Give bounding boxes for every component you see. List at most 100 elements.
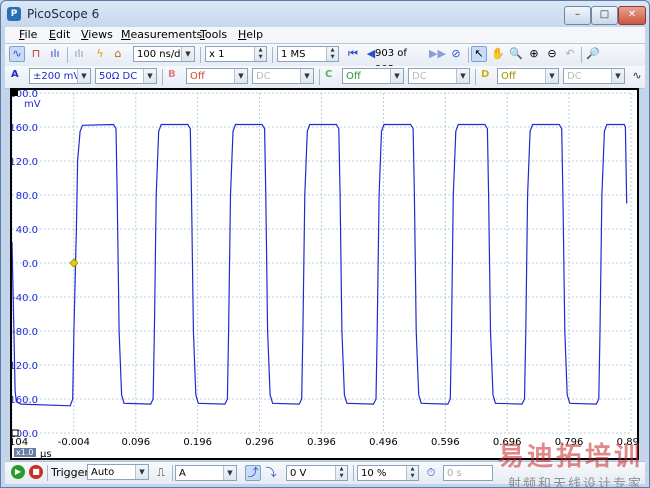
chevron-down-icon: ▼ (545, 69, 558, 83)
trigger-threshold: 0 V (290, 468, 307, 479)
channel-d-range: Off (501, 71, 516, 82)
pointer-tool-icon[interactable]: ↖ (471, 46, 487, 62)
maximize-button[interactable]: □ (591, 6, 618, 25)
chevron-down-icon: ▼ (456, 69, 469, 83)
start-icon[interactable]: ▶ (11, 465, 25, 479)
x-scale-badge[interactable]: x1.0 (16, 448, 33, 457)
pretrigger-stepper[interactable]: 10 % ▲ ▼ (357, 465, 419, 481)
window-title: PicoScope 6 (27, 7, 100, 21)
zoom-stepper[interactable]: x 1 ▲ ▼ (205, 46, 267, 62)
channel-d-coupling-select[interactable]: DC ▼ (563, 68, 625, 84)
advanced-trigger-icon[interactable]: ⎍ (153, 465, 169, 481)
delay-stepper[interactable]: 0 s (443, 465, 493, 481)
signal-generator-icon[interactable]: ∿ (629, 68, 645, 84)
buffer-counter: 903 of 903 (367, 46, 429, 75)
y-axis-unit: mV (24, 99, 41, 110)
menu-edit[interactable]: Edit (49, 28, 70, 41)
title-bar[interactable]: P PicoScope 6 – □ ✕ (1, 1, 649, 27)
samples-stepper[interactable]: 1 MS ▲ ▼ (277, 46, 339, 62)
trigger-source-select[interactable]: A ▼ (175, 465, 237, 481)
x-tick-label: 0.896 (617, 437, 637, 448)
hand-tool-icon[interactable]: ✋ (490, 46, 506, 62)
scope-mode-icon[interactable]: ∿ (9, 46, 25, 62)
home-icon[interactable]: ⌂ (110, 46, 126, 62)
ruler-handle[interactable] (12, 90, 18, 96)
channel-d-coupling: DC (567, 71, 582, 82)
chevron-down-icon: ▼ (77, 69, 90, 83)
y-tick-label: 40.0 (16, 225, 38, 236)
channel-c-coupling-select[interactable]: DC ▼ (408, 68, 470, 84)
trigger-threshold-stepper[interactable]: 0 V ▲ ▼ (286, 465, 348, 481)
close-button[interactable]: ✕ (618, 6, 646, 25)
capture-toolbar: ∿ ⊓ ılı ılı ϟ ⌂ 100 ns/div ▼ x 1 ▲ ▼ 1 MS… (5, 44, 645, 75)
trigger-toolbar: ▶ ■ Trigger Auto ▼ ⎍ A ▼ ⤴ ⤵ 0 V ▲ ▼ 10 %… (5, 461, 645, 484)
chevron-down-icon: ▼ (181, 47, 194, 61)
minimize-button[interactable]: – (564, 6, 591, 25)
menu-tools[interactable]: Tools (200, 28, 227, 41)
chevron-down-icon: ▼ (300, 69, 313, 83)
spectrum-mode-icon[interactable]: ılı (47, 46, 63, 62)
buffer-navigator-icon[interactable]: ⊘ (448, 46, 464, 62)
y-tick-label: -80.0 (12, 327, 38, 338)
menu-measurements[interactable]: Measurements (121, 28, 202, 41)
x-tick-label: 0.796 (555, 437, 584, 448)
timebase-select[interactable]: 100 ns/div ▼ (133, 46, 195, 62)
menu-help[interactable]: Help (238, 28, 263, 41)
auto-setup-icon[interactable]: ϟ (92, 46, 108, 62)
x-tick-label: 0.596 (431, 437, 460, 448)
first-buffer-icon[interactable]: ⏮ (345, 46, 361, 62)
zoom-out-icon[interactable]: ⊖ (544, 46, 560, 62)
scope-view[interactable]: 200.0160.0120.080.040.00.0-40.0-80.0-120… (10, 88, 639, 460)
channel-b-label[interactable]: B (168, 69, 176, 80)
samples-value: 1 MS (281, 49, 306, 60)
channel-a-label[interactable]: A (11, 69, 19, 80)
chevron-down-icon: ▼ (390, 69, 403, 83)
persistence-mode-icon[interactable]: ⊓ (28, 46, 44, 62)
y-tick-label: 120.0 (12, 157, 38, 168)
channel-c-label[interactable]: C (325, 69, 332, 80)
menu-views[interactable]: Views (81, 28, 113, 41)
falling-edge-icon[interactable]: ⤵ (263, 465, 279, 481)
zoom-overview-icon[interactable]: 🔎 (585, 46, 601, 62)
delay-value: 0 s (447, 468, 462, 479)
zoom-value: x 1 (209, 49, 225, 60)
trigger-mode-select[interactable]: Auto ▼ (87, 464, 149, 480)
zoom-window-icon[interactable]: 🔍 (508, 46, 524, 62)
y-tick-label: -120.0 (12, 361, 38, 372)
scope-plot[interactable]: 200.0160.0120.080.040.00.0-40.0-80.0-120… (12, 90, 637, 458)
chevron-down-icon: ▼ (611, 69, 624, 83)
undo-zoom-icon[interactable]: ↶ (562, 46, 578, 62)
y-tick-label: 160.0 (12, 123, 38, 134)
x-tick-label: -0.004 (58, 437, 90, 448)
spectrum-view-icon[interactable]: ılı (71, 46, 87, 62)
chevron-down-icon: ▼ (135, 465, 148, 479)
channel-b-coupling-select[interactable]: DC ▼ (252, 68, 314, 84)
chevron-down-icon: ▼ (234, 69, 247, 83)
x-tick-label: -0.104 (12, 437, 28, 448)
channel-a-trace (12, 123, 628, 407)
channel-a-range-select[interactable]: ±200 mV ▼ (29, 68, 91, 84)
picoscope-icon: P (7, 7, 21, 21)
channel-b-range-select[interactable]: Off ▼ (186, 68, 248, 84)
ruler-handle[interactable] (12, 429, 19, 437)
channel-c-range-select[interactable]: Off ▼ (342, 68, 404, 84)
channel-b-range: Off (190, 71, 205, 82)
next-buffer-icon[interactable]: ▶▶ (429, 46, 446, 62)
channel-a-range: ±200 mV (33, 71, 81, 82)
x-tick-label: 0.296 (245, 437, 274, 448)
rising-edge-icon[interactable]: ⤴ (245, 465, 261, 481)
zoom-in-icon[interactable]: ⊕ (526, 46, 542, 62)
y-tick-label: 0.0 (22, 259, 38, 270)
stop-icon[interactable]: ■ (29, 465, 43, 479)
channel-a-coupling-select[interactable]: 50Ω DC ▼ (95, 68, 157, 84)
channel-d-range-select[interactable]: Off ▼ (497, 68, 559, 84)
channel-d-label[interactable]: D (481, 69, 489, 80)
trigger-marker[interactable] (69, 258, 79, 268)
trigger-source: A (179, 468, 186, 479)
spinner-icon: ▲ ▼ (326, 47, 338, 61)
menu-file[interactable]: File (19, 28, 37, 41)
x-tick-label: 0.096 (121, 437, 150, 448)
channel-b-coupling: DC (256, 71, 271, 82)
post-trigger-delay-icon[interactable]: ⏱ (423, 465, 439, 481)
menu-bar: File Edit Views Measurements Tools Help (5, 27, 645, 44)
